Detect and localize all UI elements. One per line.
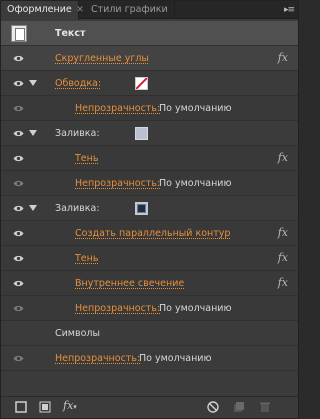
opacity-link[interactable]: Непрозрачность: xyxy=(75,96,160,121)
fx-icon[interactable]: fx xyxy=(278,251,288,264)
list-item-inner-glow[interactable]: Внутреннее свечение fx xyxy=(1,271,298,296)
fill-swatch[interactable] xyxy=(135,202,148,215)
eye-icon[interactable] xyxy=(13,54,24,63)
eye-icon[interactable] xyxy=(13,304,24,313)
appearance-list: Текст Скругленные углы fx Обводка: Непро… xyxy=(1,21,298,371)
fx-icon[interactable]: fx xyxy=(278,226,288,239)
effect-link[interactable]: Внутреннее свечение xyxy=(75,271,184,296)
list-item-opacity[interactable]: Непрозрачность: По умолчанию xyxy=(1,171,298,196)
stroke-swatch[interactable] xyxy=(135,77,148,90)
new-stroke-icon[interactable] xyxy=(15,401,27,415)
fill-swatch[interactable] xyxy=(135,127,148,140)
stroke-link[interactable]: Обводка: xyxy=(55,71,101,96)
opacity-value: По умолчанию xyxy=(159,178,232,189)
bottom-toolbar: fx▾ xyxy=(1,396,298,418)
effect-link[interactable]: Создать параллельный контур xyxy=(75,221,230,246)
tab-appearance[interactable]: Оформление xyxy=(1,1,79,20)
clear-appearance-icon[interactable] xyxy=(207,401,219,415)
type-object-icon xyxy=(11,25,27,42)
fx-icon[interactable]: fx xyxy=(278,276,288,289)
eye-icon[interactable] xyxy=(13,229,24,238)
tab-graphic-styles-label: Стили графики xyxy=(91,4,168,15)
eye-icon[interactable] xyxy=(13,179,24,188)
list-item-shadow[interactable]: Тень fx xyxy=(1,146,298,171)
eye-icon[interactable] xyxy=(13,104,24,113)
list-item-offset-path[interactable]: Создать параллельный контур fx xyxy=(1,221,298,246)
fx-icon[interactable]: fx xyxy=(278,51,288,64)
tab-appearance-label: Оформление xyxy=(7,4,72,15)
disclosure-triangle-icon[interactable] xyxy=(29,205,37,211)
duplicate-icon[interactable] xyxy=(233,401,245,415)
eye-icon[interactable] xyxy=(13,79,24,88)
fill-label: Заливка: xyxy=(55,203,100,214)
opacity-value: По умолчанию xyxy=(159,303,232,314)
tab-bar: Оформление ✕ Стили графики ▸≡ xyxy=(1,1,298,20)
opacity-link[interactable]: Непрозрачность: xyxy=(55,346,140,371)
effect-link[interactable]: Тень xyxy=(75,246,98,271)
characters-label: Символы xyxy=(55,328,100,339)
list-item-characters[interactable]: Символы xyxy=(1,321,298,346)
delete-icon[interactable] xyxy=(259,401,271,415)
effect-link[interactable]: Скругленные углы xyxy=(55,46,149,71)
new-fill-icon[interactable] xyxy=(39,401,51,415)
list-item-opacity[interactable]: Непрозрачность: По умолчанию xyxy=(1,346,298,371)
fx-menu-label: fx xyxy=(63,399,74,412)
list-item-fill[interactable]: Заливка: xyxy=(1,196,298,221)
list-item-stroke[interactable]: Обводка: xyxy=(1,71,298,96)
fx-menu-icon[interactable]: fx▾ xyxy=(63,399,77,413)
list-item-round-corners[interactable]: Скругленные углы fx xyxy=(1,46,298,71)
eye-icon[interactable] xyxy=(13,254,24,263)
list-item-shadow[interactable]: Тень fx xyxy=(1,246,298,271)
opacity-value: По умолчанию xyxy=(159,103,232,114)
tab-close-icon[interactable]: ✕ xyxy=(75,1,85,19)
list-item-fill[interactable]: Заливка: xyxy=(1,121,298,146)
appearance-panel: Оформление ✕ Стили графики ▸≡ Текст Скру… xyxy=(0,0,299,419)
fx-icon[interactable]: fx xyxy=(278,151,288,164)
opacity-value: По умолчанию xyxy=(139,353,212,364)
fill-label: Заливка: xyxy=(55,128,100,139)
opacity-link[interactable]: Непрозрачность: xyxy=(75,296,160,321)
list-item-opacity[interactable]: Непрозрачность: По умолчанию xyxy=(1,296,298,321)
eye-icon[interactable] xyxy=(13,129,24,138)
tab-graphic-styles[interactable]: Стили графики xyxy=(85,1,175,19)
object-name: Текст xyxy=(55,28,86,39)
eye-icon[interactable] xyxy=(13,154,24,163)
disclosure-triangle-icon[interactable] xyxy=(29,130,37,136)
effect-link[interactable]: Тень xyxy=(75,146,98,171)
list-item-opacity[interactable]: Непрозрачность: По умолчанию xyxy=(1,96,298,121)
eye-icon[interactable] xyxy=(13,354,24,363)
opacity-link[interactable]: Непрозрачность: xyxy=(75,171,160,196)
disclosure-triangle-icon[interactable] xyxy=(29,80,37,86)
eye-icon[interactable] xyxy=(13,204,24,213)
panel-menu-icon[interactable]: ▸≡ xyxy=(284,1,295,19)
list-item-text[interactable]: Текст xyxy=(1,21,298,46)
eye-icon[interactable] xyxy=(13,279,24,288)
